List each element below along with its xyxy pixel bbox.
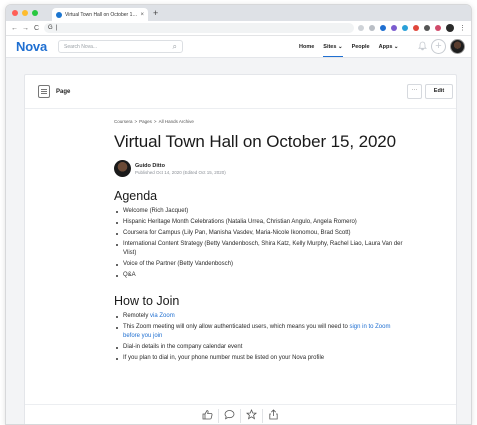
publish-date: Published Oct 14, 2020 (Edited Oct 15, 2… [135, 169, 226, 175]
like-icon[interactable] [197, 408, 219, 423]
header-actions: + [418, 39, 465, 54]
forward-icon[interactable]: → [22, 25, 29, 32]
breadcrumb-separator: > [134, 119, 138, 124]
zoom-link[interactable]: via Zoom [150, 313, 175, 319]
tab-title: Virtual Town Hall on October 1… [65, 11, 138, 18]
join-list: Remotely via Zoom This Zoom meeting will… [114, 312, 404, 363]
remotely-text: Remotely [123, 313, 151, 319]
search-input[interactable]: Search Nova... ⌕ [58, 40, 183, 53]
list-item: Remotely via Zoom [114, 312, 404, 321]
page-content: Coursera > Pages > All Hands Archive Vir… [114, 119, 404, 365]
favicon-icon [56, 11, 62, 18]
nav-home[interactable]: Home [299, 44, 314, 50]
page-title: Virtual Town Hall on October 15, 2020 [114, 132, 397, 151]
list-item: Q&A [114, 271, 404, 280]
close-tab-icon[interactable]: × [140, 12, 144, 18]
nav-people[interactable]: People [352, 44, 370, 50]
breadcrumb-item[interactable]: Pages [139, 119, 152, 124]
breadcrumb-item[interactable]: All Hands Archive [159, 119, 194, 124]
extension-icon[interactable] [435, 25, 441, 31]
favorite-icon[interactable] [241, 408, 263, 423]
extension-icon[interactable] [369, 25, 375, 31]
extension-icon[interactable] [413, 25, 419, 31]
extension-icon[interactable] [358, 25, 364, 31]
author-name[interactable]: Guido Ditto [135, 163, 226, 169]
nav-apps[interactable]: Apps ⌄ [379, 44, 399, 50]
extension-icon[interactable] [380, 25, 386, 31]
breadcrumb-item[interactable]: Coursera [114, 119, 133, 124]
list-item: Coursera for Campus (Lily Pan, Manisha V… [114, 229, 404, 238]
address-bar: ← → C G | ⋮ [6, 21, 471, 36]
page-toolbar: Page ··· Edit [25, 75, 456, 109]
extensions-area: ⋮ [358, 24, 466, 32]
list-item: This Zoom meeting will only allow authen… [114, 323, 404, 341]
agenda-list: Welcome (Rich Jacquet) Hispanic Heritage… [114, 207, 404, 280]
list-item: Hispanic Heritage Month Celebrations (Na… [114, 218, 404, 227]
search-icon[interactable]: ⌕ [173, 42, 177, 52]
list-item: Dial-in details in the company calendar … [114, 343, 404, 352]
zoom-auth-text: This Zoom meeting will only allow authen… [123, 324, 350, 330]
page-icon [38, 85, 50, 98]
author-avatar[interactable] [114, 160, 131, 177]
breadcrumb: Coursera > Pages > All Hands Archive [114, 119, 404, 124]
nova-logo[interactable]: Nova [16, 39, 47, 54]
notification-bell-icon[interactable] [418, 41, 427, 53]
browser-window: Virtual Town Hall on October 1… × + ← → … [5, 4, 472, 425]
back-icon[interactable]: ← [11, 25, 18, 32]
reaction-bar [25, 404, 456, 424]
browser-tab[interactable]: Virtual Town Hall on October 1… × [52, 8, 148, 21]
more-options-button[interactable]: ··· [407, 84, 422, 99]
main-nav: Home Sites ⌄ People Apps ⌄ [299, 36, 399, 58]
user-avatar[interactable] [450, 39, 465, 54]
list-item: Voice of the Partner (Betty Vandenbosch) [114, 260, 404, 269]
maximize-window-button[interactable] [32, 10, 38, 16]
how-to-join-heading: How to Join [114, 294, 180, 308]
share-icon[interactable] [263, 408, 285, 423]
window-controls [12, 10, 38, 16]
browser-menu-icon[interactable]: ⋮ [459, 25, 466, 32]
url-text: | [55, 25, 58, 31]
breadcrumb-separator: > [153, 119, 157, 124]
agenda-heading: Agenda [114, 189, 158, 203]
minimize-window-button[interactable] [22, 10, 28, 16]
extension-icon[interactable] [391, 25, 397, 31]
list-item: Welcome (Rich Jacquet) [114, 207, 404, 216]
search-placeholder: Search Nova... [64, 43, 98, 50]
page-label: Page [56, 88, 71, 95]
url-input[interactable]: G | [44, 23, 354, 33]
reload-icon[interactable]: C [33, 25, 40, 32]
author-block: Guido Ditto Published Oct 14, 2020 (Edit… [114, 160, 404, 177]
extension-icon[interactable] [402, 25, 408, 31]
edit-button[interactable]: Edit [425, 84, 453, 99]
create-button[interactable]: + [431, 39, 446, 54]
page-card: Page ··· Edit Coursera > Pages > All Han… [24, 74, 457, 424]
site-info-icon[interactable]: G [48, 25, 53, 31]
list-item: International Content Strategy (Betty Va… [114, 240, 404, 258]
browser-titlebar: Virtual Town Hall on October 1… × + [6, 5, 471, 21]
nav-sites[interactable]: Sites ⌄ [323, 44, 343, 57]
comment-icon[interactable] [219, 408, 241, 423]
list-item: If you plan to dial in, your phone numbe… [114, 354, 404, 363]
close-window-button[interactable] [12, 10, 18, 16]
profile-avatar[interactable] [446, 24, 454, 32]
extension-icon[interactable] [424, 25, 430, 31]
app-header: Nova Search Nova... ⌕ Home Sites ⌄ Peopl… [6, 36, 471, 58]
new-tab-button[interactable]: + [153, 8, 158, 18]
